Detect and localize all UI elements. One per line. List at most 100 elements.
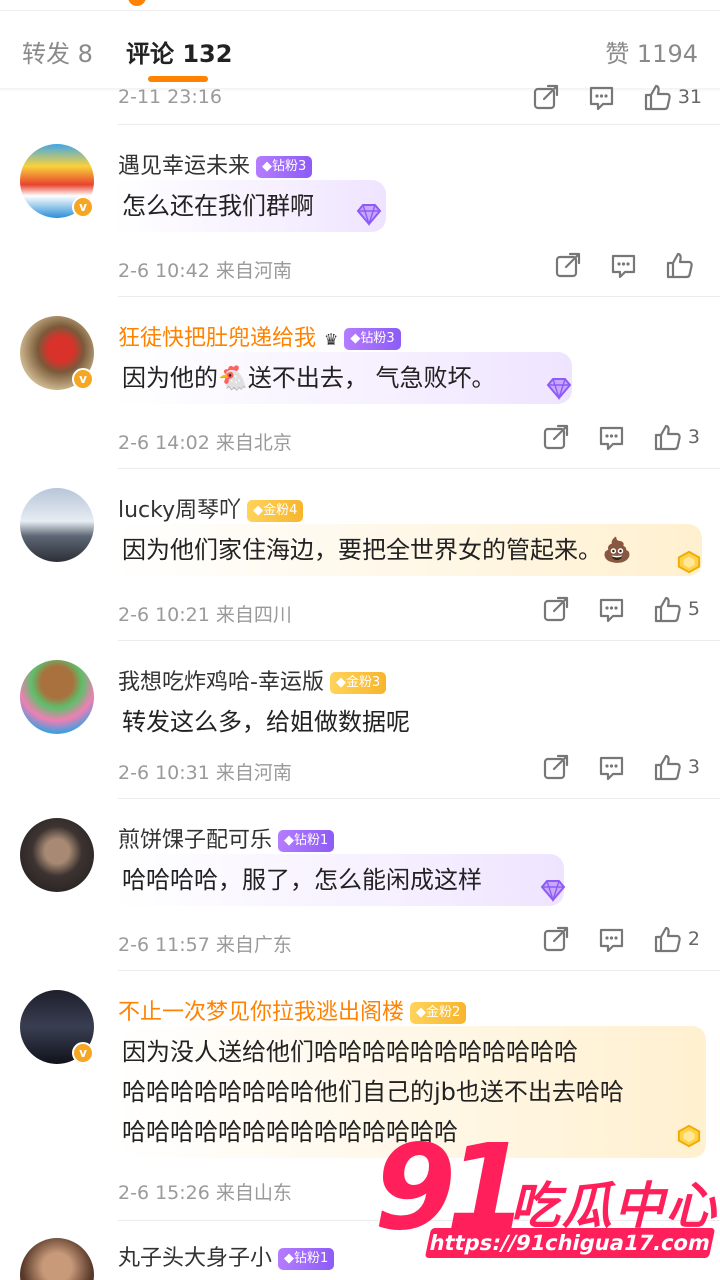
username-row: 狂徒快把肚兜递给我 ♛ ◆钻粉3: [118, 320, 401, 352]
username-row: 丸子头大身子小 ◆钻粉1: [118, 1240, 335, 1272]
comment-time: 2-6 14:02: [118, 432, 210, 454]
username[interactable]: 狂徒快把肚兜递给我: [118, 326, 316, 351]
like-button[interactable]: 2: [652, 924, 700, 954]
reply-button[interactable]: [596, 422, 626, 452]
fan-badge: ◆钻粉3: [344, 328, 401, 350]
like-button[interactable]: 3: [652, 752, 700, 782]
username-row: 煎饼馃子配可乐 ◆钻粉1: [118, 822, 335, 854]
comment-meta: 2-6 10:21 来自四川: [118, 600, 292, 627]
comment-meta: 2-6 10:42 来自河南: [118, 256, 292, 283]
comment-time: 2-6 10:21: [118, 604, 210, 626]
username[interactable]: lucky周琴吖: [118, 498, 241, 523]
username[interactable]: 遇见幸运未来: [118, 154, 250, 179]
comment-icon: [589, 86, 613, 111]
reply-button[interactable]: [586, 82, 616, 112]
like-button[interactable]: 31: [642, 82, 702, 112]
comment-icon: [599, 426, 624, 451]
like-button[interactable]: [664, 250, 700, 280]
comment-icon: [599, 928, 624, 953]
top-divider: [0, 10, 720, 11]
verified-icon: v: [72, 1042, 94, 1064]
like-icon: [654, 754, 681, 781]
like-button[interactable]: 3: [652, 422, 700, 452]
divider: [118, 296, 720, 297]
comment-icon: [599, 756, 624, 781]
fan-badge-label: 钻粉1: [294, 1251, 329, 1266]
share-button[interactable]: [552, 250, 582, 280]
share-icon: [543, 596, 569, 622]
gem-icon: [357, 204, 381, 225]
like-count: 3: [687, 756, 700, 778]
like-icon: [654, 596, 681, 623]
comment-text: 因为他们家住海边，要把全世界女的管起来。💩: [112, 524, 702, 576]
username[interactable]: 煎饼馃子配可乐: [118, 828, 272, 853]
fan-badge: ◆钻粉1: [278, 830, 335, 852]
like-button[interactable]: 5: [652, 594, 700, 624]
reply-button[interactable]: [608, 250, 638, 280]
tab-comment[interactable]: 评论 132: [126, 34, 232, 69]
comment-meta: 2-6 14:02 来自北京: [118, 428, 292, 455]
active-tab-underline: [148, 76, 208, 82]
share-icon: [555, 252, 581, 278]
comment-location: 来自山东: [215, 1182, 292, 1204]
reply-button[interactable]: [596, 924, 626, 954]
fan-badge-label: 钻粉3: [360, 331, 395, 346]
comment-location: 来自河南: [215, 260, 292, 282]
username[interactable]: 丸子头大身子小: [118, 1246, 272, 1271]
divider: [118, 798, 720, 799]
reply-button[interactable]: [596, 594, 626, 624]
comment-text-line: 因为没人送给他们哈哈哈哈哈哈哈哈哈哈哈: [122, 1038, 578, 1066]
fan-badge-label: 金粉4: [263, 503, 298, 518]
verified-icon: v: [72, 368, 94, 390]
username-row: 遇见幸运未来 ◆钻粉3: [118, 148, 313, 180]
like-count: 3: [687, 426, 700, 448]
avatar[interactable]: [20, 1238, 94, 1280]
reply-button[interactable]: [596, 752, 626, 782]
prev-comment-meta: 2-11 23:16 31: [118, 84, 702, 112]
gem-icon: [547, 378, 571, 399]
fan-badge: ◆钻粉3: [256, 156, 313, 178]
avatar[interactable]: [20, 488, 94, 562]
like-icon: [654, 926, 681, 953]
share-button[interactable]: [540, 594, 570, 624]
tab-repost[interactable]: 转发 8: [22, 34, 93, 69]
comment-text-line: 哈哈哈哈哈哈哈哈他们自己的jb也送不出去哈哈: [122, 1078, 624, 1106]
like-count: 2: [687, 928, 700, 950]
share-icon: [533, 84, 558, 110]
divider: [118, 640, 720, 641]
share-button[interactable]: [540, 422, 570, 452]
comment-location: 来自广东: [215, 934, 292, 956]
gem-icon: [677, 550, 701, 574]
fan-badge: ◆金粉4: [247, 500, 304, 522]
comment-time: 2-6 10:42: [118, 260, 210, 282]
watermark: 91 吃瓜中心 https://91chigua17.com: [370, 1128, 720, 1280]
like-count: 31: [677, 86, 702, 108]
fan-badge: ◆金粉3: [329, 672, 387, 694]
comment-time: 2-11 23:16: [118, 86, 222, 108]
share-icon: [543, 424, 569, 450]
top-indicator-dot: [128, 0, 146, 6]
comment-text: 怎么还在我们群啊: [112, 180, 386, 232]
username-row: 我想吃炸鸡哈-幸运版 ◆金粉3: [118, 664, 387, 696]
comment-meta: 2-6 10:31 来自河南: [118, 758, 292, 785]
divider: [118, 468, 720, 469]
crown-icon: ♛: [324, 329, 339, 349]
comment-text: 哈哈哈哈，服了，怎么能闲成这样: [112, 854, 564, 906]
comment-location: 来自北京: [215, 432, 292, 454]
comment-meta: 2-6 11:57 来自广东: [118, 930, 292, 957]
username[interactable]: 不止一次梦见你拉我逃出阁楼: [118, 1000, 404, 1025]
share-button[interactable]: [540, 752, 570, 782]
like-count: 5: [687, 598, 700, 620]
fan-badge: ◆金粉2: [410, 1002, 467, 1024]
comment-time: 2-6 11:57: [118, 934, 210, 956]
share-button[interactable]: [530, 82, 560, 112]
username[interactable]: 我想吃炸鸡哈-幸运版: [118, 670, 324, 695]
share-icon: [543, 754, 569, 780]
comment-tabs-bar: 转发 8 评论 132 赞 1194: [0, 0, 720, 92]
tab-like[interactable]: 赞 1194: [605, 34, 698, 69]
fan-badge-label: 钻粉1: [294, 833, 329, 848]
avatar[interactable]: [20, 660, 94, 734]
avatar[interactable]: [20, 818, 94, 892]
share-button[interactable]: [540, 924, 570, 954]
share-icon: [543, 926, 569, 952]
